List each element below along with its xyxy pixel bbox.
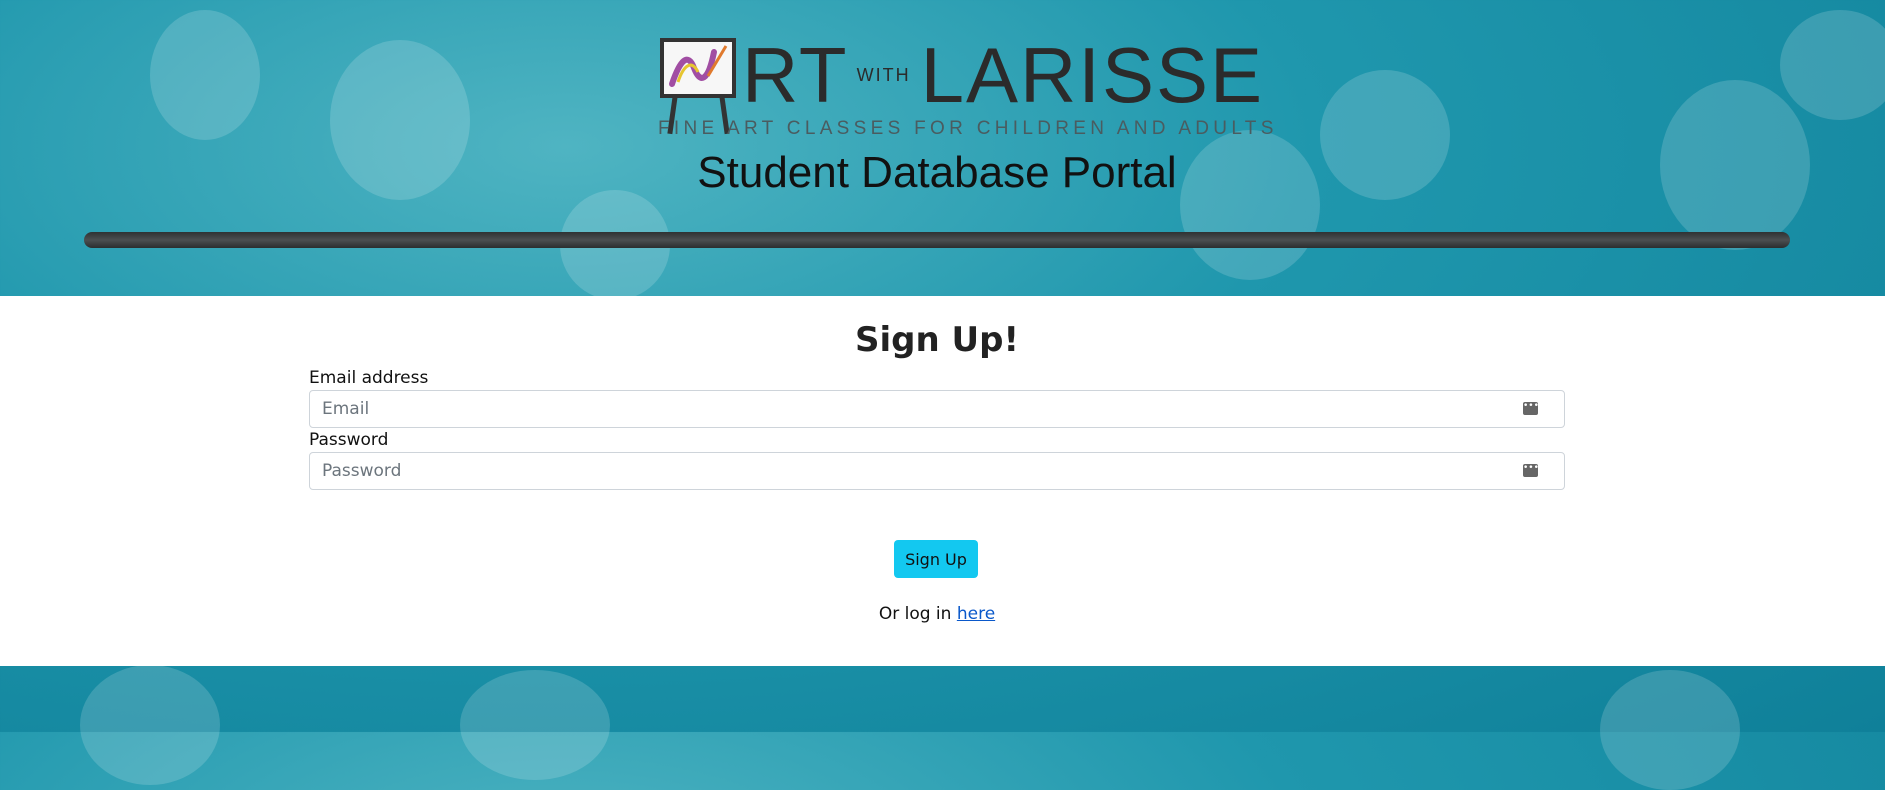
password-field-wrapper: ••• (309, 452, 1565, 490)
logo-title: RT WITH LARISSE (742, 36, 1264, 120)
logo-title-name: LARISSE (920, 31, 1265, 119)
paint-stroke-icon (669, 45, 728, 87)
bokeh-decoration (460, 670, 610, 780)
login-prefix: Or log in (878, 604, 952, 624)
logo-tagline: FINE ART CLASSES FOR CHILDREN AND ADULTS (658, 118, 1278, 139)
header-divider (84, 232, 1790, 248)
sign-up-button[interactable]: Sign Up (894, 540, 978, 578)
bokeh-decoration (1600, 670, 1740, 790)
portal-title: Student Database Portal (697, 148, 1177, 197)
logo[interactable]: RT WITH LARISSE FINE ART CLASSES FOR CHILD… (656, 24, 1278, 139)
site-header: RT WITH LARISSE FINE ART CLASSES FOR CHILD… (0, 0, 1885, 296)
password-label: Password (309, 430, 389, 450)
bokeh-decoration (80, 665, 220, 785)
signup-form-section: Sign Up! Email address ••• Password ••• … (0, 296, 1885, 666)
email-label: Email address (309, 368, 429, 388)
logo-title-art: RT (742, 31, 849, 119)
password-field[interactable] (310, 453, 1514, 489)
email-field-wrapper: ••• (309, 390, 1565, 428)
login-prompt: Or log in here (0, 604, 1874, 624)
logo-title-with: WITH (856, 65, 911, 86)
password-manager-icon[interactable]: ••• (1523, 402, 1539, 415)
form-heading: Sign Up! (855, 320, 1019, 360)
login-link[interactable]: here (957, 604, 995, 624)
email-field[interactable] (310, 391, 1514, 427)
easel-icon (660, 38, 736, 98)
password-manager-icon[interactable]: ••• (1523, 464, 1539, 477)
